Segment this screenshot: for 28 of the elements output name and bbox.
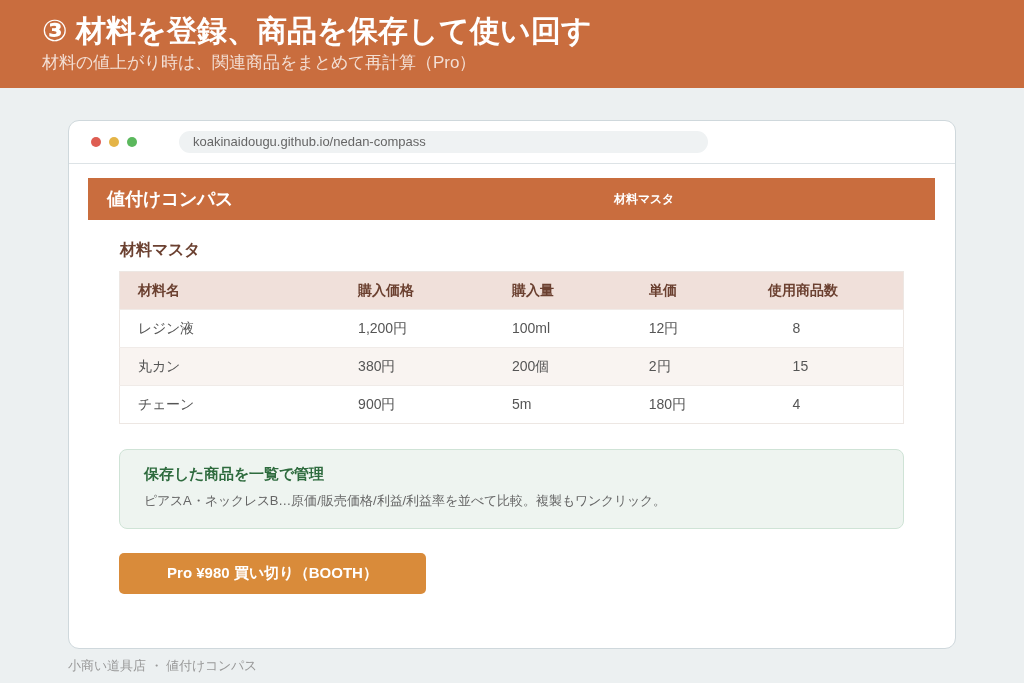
column-header: 材料名 [119, 271, 341, 310]
column-header: 単価 [630, 271, 750, 310]
table-cell: 180円 [630, 385, 750, 424]
maximize-dot-icon [127, 137, 137, 147]
column-header: 使用商品数 [749, 271, 904, 310]
slide-subtitle: 材料の値上がり時は、関連商品をまとめて再計算（Pro） [42, 52, 477, 74]
footer-text: 小商い道具店 ・ 値付けコンパス [68, 657, 258, 675]
close-dot-icon [91, 137, 101, 147]
info-title: 保存した商品を一覧で管理 [144, 464, 324, 484]
nav-link[interactable]: 材料マスタ [614, 190, 674, 208]
table-cell: チェーン [119, 385, 341, 424]
table-cell: 4 [749, 385, 904, 424]
column-header: 購入価格 [340, 271, 494, 310]
address-bar[interactable]: koakinaidougu.github.io/nedan-compass [179, 131, 708, 153]
app-brand: 値付けコンパス [107, 187, 233, 211]
buy-button[interactable]: Pro ¥980 買い切り（BOOTH） [119, 553, 426, 594]
section-heading: 材料マスタ [120, 240, 200, 260]
table-cell: 5m [493, 385, 631, 424]
table-cell: 380円 [340, 347, 494, 386]
slide-title: ③ 材料を登録、商品を保存して使い回す [42, 13, 592, 49]
column-header: 購入量 [493, 271, 631, 310]
info-text: ピアスA・ネックレスB…原価/販売価格/利益/利益率を並べて比較。複製もワンクリック。 [144, 492, 667, 510]
table-cell: 15 [749, 347, 904, 386]
table-cell: 丸カン [119, 347, 341, 386]
table-cell: 900円 [340, 385, 494, 424]
table-cell: 200個 [493, 347, 631, 386]
table-cell: 2円 [630, 347, 750, 386]
minimize-dot-icon [109, 137, 119, 147]
